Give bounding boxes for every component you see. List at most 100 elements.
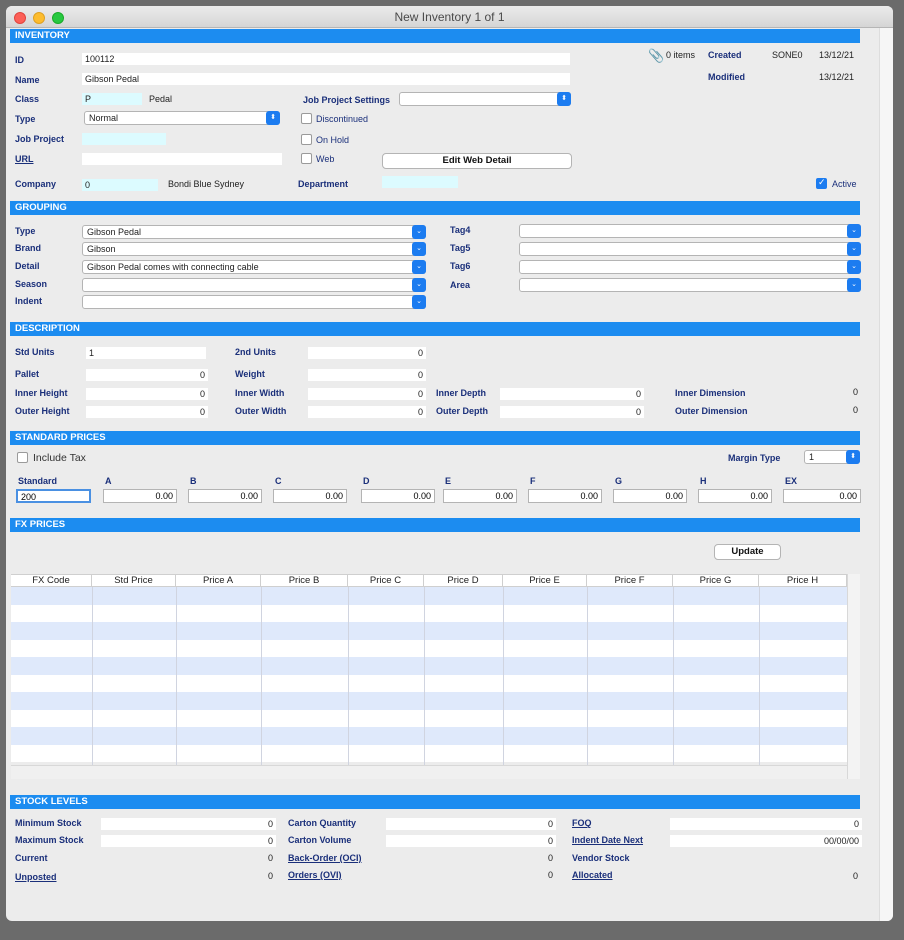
detail-label: Detail [15,261,40,271]
indent-dropdown[interactable]: ⌄ [82,295,426,309]
job-project-field[interactable] [82,133,166,145]
col-price-h[interactable]: Price H [759,575,847,587]
allocated-link[interactable]: Allocated [572,870,613,880]
col-fx-code[interactable]: FX Code [11,575,92,587]
edit-web-detail-button[interactable]: Edit Web Detail [382,153,572,169]
vertical-scrollbar[interactable] [879,28,893,921]
url-field[interactable] [82,153,282,165]
price-f-input[interactable]: 0.00 [528,489,602,503]
carton-quantity-field[interactable]: 0 [386,818,556,830]
table-vertical-scrollbar[interactable] [847,574,860,779]
price-b-input[interactable]: 0.00 [188,489,262,503]
active-checkbox[interactable] [816,177,827,189]
tag4-dropdown[interactable]: ⌄ [519,224,861,238]
carton-quantity-label: Carton Quantity [288,818,357,828]
detail-dropdown[interactable]: Gibson Pedal comes with connecting cable… [82,260,426,274]
update-button[interactable]: Update [714,544,781,560]
horizontal-scrollbar[interactable] [11,765,847,779]
class-code-field[interactable]: P [82,93,142,105]
brand-dropdown[interactable]: Gibson ⌄ [82,242,426,256]
outer-width-field[interactable]: 0 [308,406,426,418]
web-checkbox[interactable] [301,153,312,164]
weight-field[interactable]: 0 [308,369,426,381]
season-dropdown[interactable]: ⌄ [82,278,426,292]
discontinued-checkbox[interactable] [301,113,312,124]
second-units-field[interactable]: 0 [308,347,426,359]
tag6-dropdown[interactable]: ⌄ [519,260,861,274]
created-date-text: 13/12/21 [819,50,855,60]
price-ex-input[interactable]: 0.00 [783,489,861,503]
outer-depth-field[interactable]: 0 [500,406,644,418]
col-price-c[interactable]: Price C [348,575,424,587]
second-units-label: 2nd Units [235,347,277,357]
chevron-down-icon: ⌄ [847,278,861,292]
price-g-input[interactable]: 0.00 [613,489,687,503]
grouping-type-dropdown[interactable]: Gibson Pedal ⌄ [82,225,426,239]
column-divider [261,587,262,765]
pallet-field[interactable]: 0 [86,369,208,381]
inner-height-field[interactable]: 0 [86,388,208,400]
id-field[interactable]: 100112 [82,53,570,65]
foq-link[interactable]: FOQ [572,818,592,828]
carton-volume-field[interactable]: 0 [386,835,556,847]
price-a-input[interactable]: 0.00 [103,489,177,503]
job-project-settings-dropdown[interactable]: ⬍ [399,92,571,106]
column-divider [424,587,425,765]
carton-volume-label: Carton Volume [288,835,352,845]
price-h-input[interactable]: 0.00 [698,489,772,503]
allocated-value: 0 [853,871,859,881]
department-label: Department [298,179,349,189]
price-standard-input[interactable]: 200 [16,489,91,503]
column-divider [176,587,177,765]
table-row[interactable] [11,604,847,622]
indent-date-next-link[interactable]: Indent Date Next [572,835,643,845]
type-dropdown-value: Normal [89,113,119,123]
indent-date-next-field[interactable]: 00/00/00 [670,835,862,847]
table-row[interactable] [11,692,847,710]
inner-depth-field[interactable]: 0 [500,388,644,400]
company-code-field[interactable]: 0 [82,179,158,191]
table-row[interactable] [11,727,847,745]
table-row[interactable] [11,622,847,640]
price-c-input[interactable]: 0.00 [273,489,347,503]
minimum-stock-field[interactable]: 0 [101,818,276,830]
std-units-field[interactable]: 1 [86,347,206,359]
outer-height-field[interactable]: 0 [86,406,208,418]
col-price-b[interactable]: Price B [261,575,348,587]
chevron-down-icon: ⌄ [412,278,426,292]
table-row[interactable] [11,639,847,657]
paperclip-icon[interactable]: 📎 [648,48,664,64]
price-d-input[interactable]: 0.00 [361,489,435,503]
orders-link[interactable]: Orders (OVI) [288,870,342,880]
department-field[interactable] [382,176,458,188]
inner-width-field[interactable]: 0 [308,388,426,400]
include-tax-checkbox[interactable] [17,452,28,463]
table-row[interactable] [11,674,847,692]
col-price-a[interactable]: Price A [176,575,261,587]
table-row[interactable] [11,744,847,762]
url-link[interactable]: URL [15,154,34,164]
table-row[interactable] [11,657,847,675]
foq-field[interactable]: 0 [670,818,862,830]
col-price-d[interactable]: Price D [424,575,503,587]
name-field[interactable]: Gibson Pedal [82,73,570,85]
section-header-inventory: INVENTORY [10,29,860,43]
on-hold-checkbox[interactable] [301,134,312,145]
table-row[interactable] [11,709,847,727]
col-std-price[interactable]: Std Price [92,575,176,587]
tag5-dropdown[interactable]: ⌄ [519,242,861,256]
unposted-link[interactable]: Unposted [15,872,57,882]
col-price-g[interactable]: Price G [673,575,759,587]
price-e-input[interactable]: 0.00 [443,489,517,503]
margin-type-dropdown[interactable]: 1 ⬍ [804,450,860,464]
area-dropdown[interactable]: ⌄ [519,278,861,292]
back-order-link[interactable]: Back-Order (OCI) [288,853,362,863]
col-price-f[interactable]: Price F [587,575,673,587]
area-label: Area [450,280,471,290]
col-price-e[interactable]: Price E [503,575,587,587]
pallet-label: Pallet [15,369,40,379]
type-dropdown[interactable]: Normal ⬍ [84,111,280,125]
minimum-stock-label: Minimum Stock [15,818,82,828]
table-row[interactable] [11,587,847,605]
maximum-stock-field[interactable]: 0 [101,835,276,847]
